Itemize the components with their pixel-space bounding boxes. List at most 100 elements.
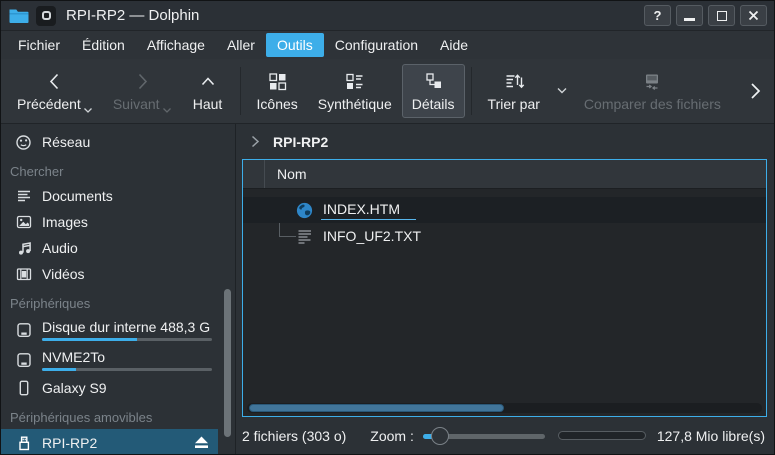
toolbar: Précédent Suivant Haut (1, 59, 774, 124)
sidebar-item-label: Audio (42, 240, 78, 256)
forward-label: Suivant (113, 96, 160, 112)
documents-icon (14, 187, 33, 205)
menu-aller[interactable]: Aller (216, 33, 266, 57)
chevron-down-icon (556, 87, 568, 95)
icons-view-icon (267, 70, 288, 92)
compact-view-label: Synthétique (318, 96, 392, 112)
statusbar: 2 fichiers (303 o) Zoom : 127,8 Mio libr… (236, 417, 774, 454)
toolbar-overflow-button[interactable] (742, 81, 768, 101)
sort-by-dropdown-caret[interactable] (550, 59, 574, 123)
free-space-bar (558, 431, 646, 440)
toolbar-separator (240, 67, 241, 115)
expander-column (243, 160, 265, 188)
sidebar-item-audio[interactable]: Audio (1, 235, 218, 261)
section-chercher: Chercher (1, 155, 218, 183)
menu-outils[interactable]: Outils (266, 33, 324, 57)
hard-drive-icon (14, 321, 33, 339)
compact-view-button[interactable]: Synthétique (308, 64, 402, 118)
up-button[interactable]: Haut (182, 64, 234, 118)
sidebar-scrollbar[interactable] (224, 289, 231, 437)
dolphin-window: RPI-RP2 — Dolphin ? Fichier Édition Affi… (0, 0, 775, 455)
sidebar-item-galaxy-s9[interactable]: Galaxy S9 (1, 375, 218, 401)
usb-drive-icon (14, 434, 33, 452)
breadcrumb-location[interactable]: RPI-RP2 (273, 134, 328, 150)
horizontal-scrollbar[interactable] (247, 403, 762, 413)
minimize-button[interactable] (676, 5, 703, 26)
sidebar-item-label: RPI-RP2 (42, 435, 97, 451)
sidebar-item-label: Réseau (42, 134, 90, 150)
disk-usage-bar (42, 338, 212, 341)
phone-icon (14, 379, 33, 397)
sidebar-item-label: Documents (42, 188, 113, 204)
sidebar-item-rpi-rp2[interactable]: RPI-RP2 (1, 429, 218, 454)
column-header-nom[interactable]: Nom (265, 160, 307, 188)
file-row-index-htm[interactable]: INDEX.HTM (243, 197, 766, 223)
toolbar-separator (471, 67, 472, 115)
zoom-slider[interactable] (423, 427, 545, 445)
back-label: Précédent (17, 96, 81, 112)
details-view-label: Détails (412, 96, 455, 112)
back-button[interactable]: Précédent (7, 64, 103, 118)
close-button[interactable] (740, 5, 767, 26)
free-space-label: 127,8 Mio libre(s) (657, 428, 765, 444)
sort-by-button[interactable]: Trier par (478, 64, 550, 118)
maximize-icon (717, 11, 727, 21)
file-name[interactable]: INDEX.HTM (321, 200, 416, 220)
sidebar-item-videos[interactable]: Vidéos (1, 261, 218, 287)
compact-view-icon (344, 70, 365, 92)
icons-view-label: Icônes (257, 96, 298, 112)
chevron-down-icon (83, 107, 93, 114)
folder-app-icon (8, 7, 29, 24)
chevron-right-icon (748, 81, 762, 101)
maximize-button[interactable] (708, 5, 735, 26)
horizontal-scrollbar-thumb[interactable] (249, 404, 504, 412)
help-button[interactable]: ? (644, 5, 671, 26)
zoom-slider-handle[interactable] (431, 427, 449, 445)
file-row-info-uf2-txt[interactable]: INFO_UF2.TXT (243, 223, 766, 249)
eject-button[interactable] (191, 433, 212, 452)
zoom-label: Zoom : (370, 428, 414, 444)
sidebar-item-internal-disk[interactable]: Disque dur interne 488,3 G… (1, 315, 218, 345)
details-view-button[interactable]: Détails (402, 64, 465, 118)
html-file-globe-icon (296, 202, 313, 219)
file-rows: INDEX.HTM INFO_UF2.TXT (243, 189, 766, 416)
places-panel: Réseau Chercher Documents (1, 124, 236, 454)
section-peripheriques: Périphériques (1, 287, 218, 315)
sort-icon (503, 70, 525, 92)
sidebar-item-label: Images (42, 214, 88, 230)
file-view: Nom INDEX.HTM (242, 159, 767, 417)
column-header-row: Nom (243, 160, 766, 189)
menu-fichier[interactable]: Fichier (7, 33, 71, 57)
menu-affichage[interactable]: Affichage (136, 33, 216, 57)
videos-icon (14, 265, 33, 283)
menu-edition[interactable]: Édition (71, 33, 136, 57)
hard-drive-icon (14, 351, 33, 369)
sidebar-item-network[interactable]: Réseau (1, 129, 218, 155)
sidebar-item-label: Galaxy S9 (42, 380, 107, 396)
files-summary: 2 fichiers (303 o) (242, 428, 370, 444)
close-icon (748, 10, 759, 21)
compare-files-label: Comparer des fichiers (584, 96, 721, 112)
forward-button[interactable]: Suivant (103, 64, 182, 118)
file-name[interactable]: INFO_UF2.TXT (321, 227, 423, 246)
breadcrumb: RPI-RP2 (236, 124, 774, 159)
details-view-icon (423, 70, 444, 92)
audio-icon (14, 239, 33, 257)
menu-configuration[interactable]: Configuration (324, 33, 429, 57)
device-badge-icon (36, 6, 56, 26)
sidebar-item-label: NVME2To (42, 349, 212, 365)
main-panel: RPI-RP2 Nom (236, 124, 774, 454)
compare-files-icon (641, 70, 663, 92)
sidebar-item-images[interactable]: Images (1, 209, 218, 235)
icons-view-button[interactable]: Icônes (247, 64, 308, 118)
up-label: Haut (193, 96, 223, 112)
menu-aide[interactable]: Aide (429, 33, 479, 57)
minimize-icon (684, 18, 695, 21)
sidebar-item-documents[interactable]: Documents (1, 183, 218, 209)
chevron-right-icon[interactable] (250, 135, 260, 148)
sidebar-item-nvme[interactable]: NVME2To (1, 345, 218, 375)
text-file-icon (296, 229, 313, 244)
window-title: RPI-RP2 — Dolphin (66, 7, 199, 24)
compare-files-button[interactable]: Comparer des fichiers (574, 64, 731, 118)
chevron-down-icon (162, 107, 172, 114)
